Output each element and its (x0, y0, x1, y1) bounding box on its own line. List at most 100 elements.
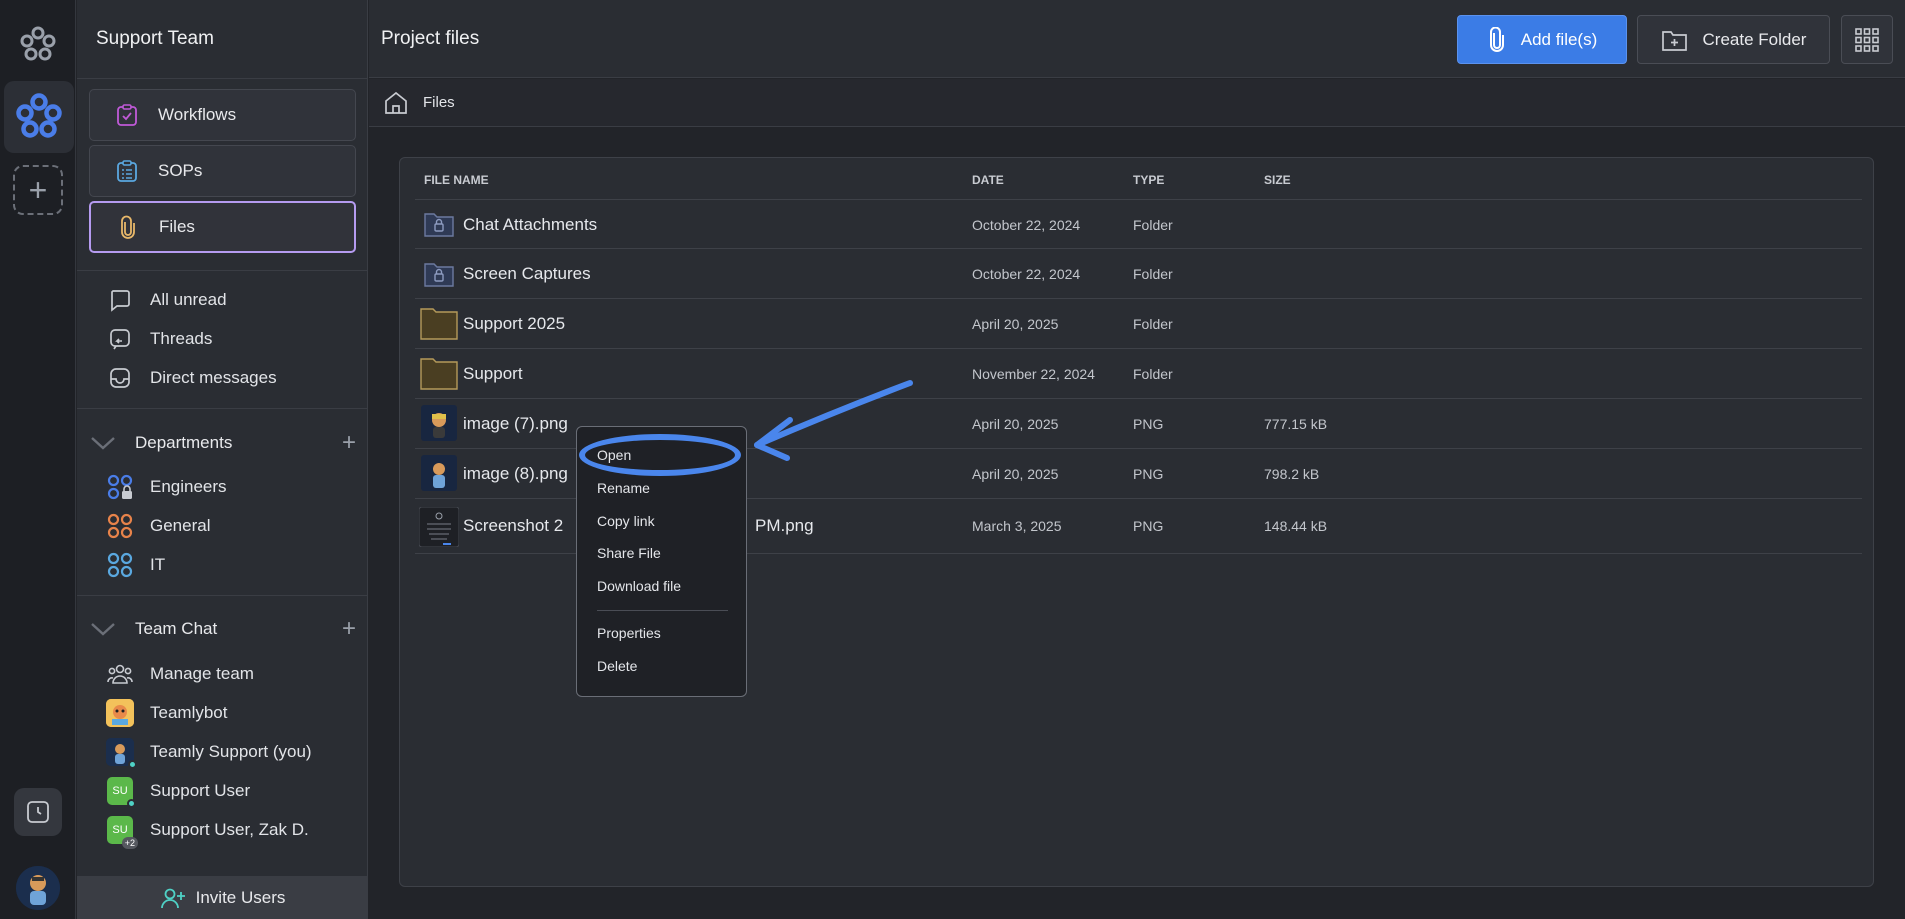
add-user-icon (160, 886, 186, 910)
chat-teamly-support[interactable]: Teamly Support (you) (106, 737, 312, 769)
add-department-button[interactable]: + (342, 429, 356, 457)
support-user-avatar: SU (107, 777, 136, 808)
departments-section-header[interactable]: Departments + (89, 428, 356, 458)
file-size: 777.15 kB (1264, 416, 1328, 432)
divider (77, 78, 368, 79)
department-icon (107, 552, 133, 578)
file-type: Folder (1133, 366, 1173, 382)
manage-team-link[interactable]: Manage team (107, 659, 254, 689)
invite-users-button[interactable]: Invite Users (77, 876, 368, 919)
column-file-name[interactable]: FILE NAME (424, 173, 489, 187)
online-status-dot (128, 760, 137, 769)
menu-delete[interactable]: Delete (597, 658, 637, 674)
add-files-button[interactable]: Add file(s) (1457, 15, 1627, 64)
home-icon[interactable] (383, 90, 409, 116)
nav-files[interactable]: Files (89, 201, 356, 253)
menu-download-file[interactable]: Download file (597, 578, 681, 594)
column-size[interactable]: SIZE (1264, 173, 1291, 187)
grid-icon (1855, 27, 1879, 52)
nav-sops[interactable]: SOPs (89, 145, 356, 197)
file-name: Support 2025 (463, 314, 566, 333)
users-icon (107, 661, 133, 687)
nav-label: Workflows (158, 105, 237, 124)
paperclip-icon (1487, 26, 1507, 53)
column-date[interactable]: DATE (972, 173, 1004, 187)
divider (77, 595, 368, 596)
locked-folder-icon (421, 256, 457, 292)
file-type: PNG (1133, 466, 1164, 482)
file-date: April 20, 2025 (972, 316, 1059, 332)
file-type: Folder (1133, 316, 1173, 332)
nav-label: SOPs (158, 161, 203, 180)
file-type: PNG (1133, 416, 1164, 432)
nav-workflows[interactable]: Workflows (89, 89, 356, 141)
table-row[interactable]: Chat Attachments October 22, 2024 Folder (415, 200, 1862, 249)
table-row[interactable]: Support 2025 April 20, 2025 Folder (415, 299, 1862, 349)
image-thumbnail (421, 405, 457, 441)
team-chat-section-header[interactable]: Team Chat + (89, 614, 356, 644)
chevron-down-icon (89, 621, 117, 637)
plus-icon: + (28, 172, 48, 208)
user-avatar[interactable] (16, 866, 60, 910)
chat-support-user[interactable]: SU Support User (107, 776, 250, 808)
chat-support-user-group[interactable]: SU +2 Support User, Zak D. (107, 815, 309, 849)
file-context-menu: Open Rename Copy link Share File Downloa… (576, 426, 747, 697)
file-type: Folder (1133, 217, 1173, 233)
file-name-start: Screenshot 2 (463, 516, 564, 535)
inbox-icon (107, 365, 133, 391)
table-row[interactable]: Screen Captures October 22, 2024 Folder (415, 249, 1862, 299)
clock-icon (27, 801, 49, 823)
workspace-button[interactable] (4, 81, 74, 153)
member-count-badge: +2 (121, 837, 138, 849)
file-name: Chat Attachments (463, 215, 598, 234)
department-general[interactable]: General (107, 511, 210, 541)
app-window: + Support Team Workflows SOPs Files All … (0, 0, 1905, 919)
apps-grid-button[interactable] (1841, 15, 1893, 64)
department-icon (107, 513, 133, 539)
file-date: October 22, 2024 (972, 266, 1081, 282)
department-engineers[interactable]: Engineers (107, 472, 227, 502)
department-it[interactable]: IT (107, 550, 165, 580)
direct-messages-link[interactable]: Direct messages (107, 363, 277, 393)
history-button[interactable] (14, 788, 62, 836)
table-header: FILE NAME DATE TYPE SIZE (415, 158, 1862, 200)
chat-teamlybot[interactable]: Teamlybot (106, 698, 227, 728)
file-name: image (7).png (463, 414, 568, 433)
file-date: October 22, 2024 (972, 217, 1081, 233)
add-chat-button[interactable]: + (342, 615, 356, 643)
menu-open[interactable]: Open (597, 447, 631, 463)
file-name-end: PM.png (755, 516, 814, 535)
file-name: Screen Captures (463, 264, 591, 283)
menu-properties[interactable]: Properties (597, 625, 661, 641)
threads-link[interactable]: Threads (107, 324, 212, 354)
add-workspace-button[interactable]: + (13, 165, 63, 215)
group-avatar: SU +2 (107, 816, 138, 849)
all-unread-link[interactable]: All unread (107, 285, 227, 315)
file-date: March 3, 2025 (972, 518, 1062, 534)
menu-rename[interactable]: Rename (597, 480, 650, 496)
clipboard-check-icon (114, 102, 140, 128)
file-type: PNG (1133, 518, 1164, 534)
screenshot-thumbnail (419, 507, 459, 547)
teamly-logo-icon[interactable] (18, 24, 58, 64)
file-date: April 20, 2025 (972, 416, 1059, 432)
create-folder-button[interactable]: Create Folder (1637, 15, 1830, 64)
file-size: 798.2 kB (1264, 466, 1320, 482)
page-title: Project files (381, 28, 480, 49)
folder-icon (419, 305, 459, 341)
column-type[interactable]: TYPE (1133, 173, 1164, 187)
menu-copy-link[interactable]: Copy link (597, 513, 655, 529)
teamlybot-avatar (106, 699, 134, 727)
team-name: Support Team (96, 28, 214, 49)
divider (77, 270, 368, 271)
table-row[interactable]: Support November 22, 2024 Folder (415, 349, 1862, 399)
file-type: Folder (1133, 266, 1173, 282)
breadcrumb-current[interactable]: Files (423, 94, 455, 111)
file-date: April 20, 2025 (972, 466, 1059, 482)
menu-share-file[interactable]: Share File (597, 545, 661, 561)
top-bar: Project files Add file(s) Create Folder (369, 0, 1905, 78)
paperclip-icon (115, 214, 141, 240)
file-date: November 22, 2024 (972, 366, 1095, 382)
file-name: image (8).png (463, 464, 568, 483)
online-status-dot (127, 799, 136, 808)
